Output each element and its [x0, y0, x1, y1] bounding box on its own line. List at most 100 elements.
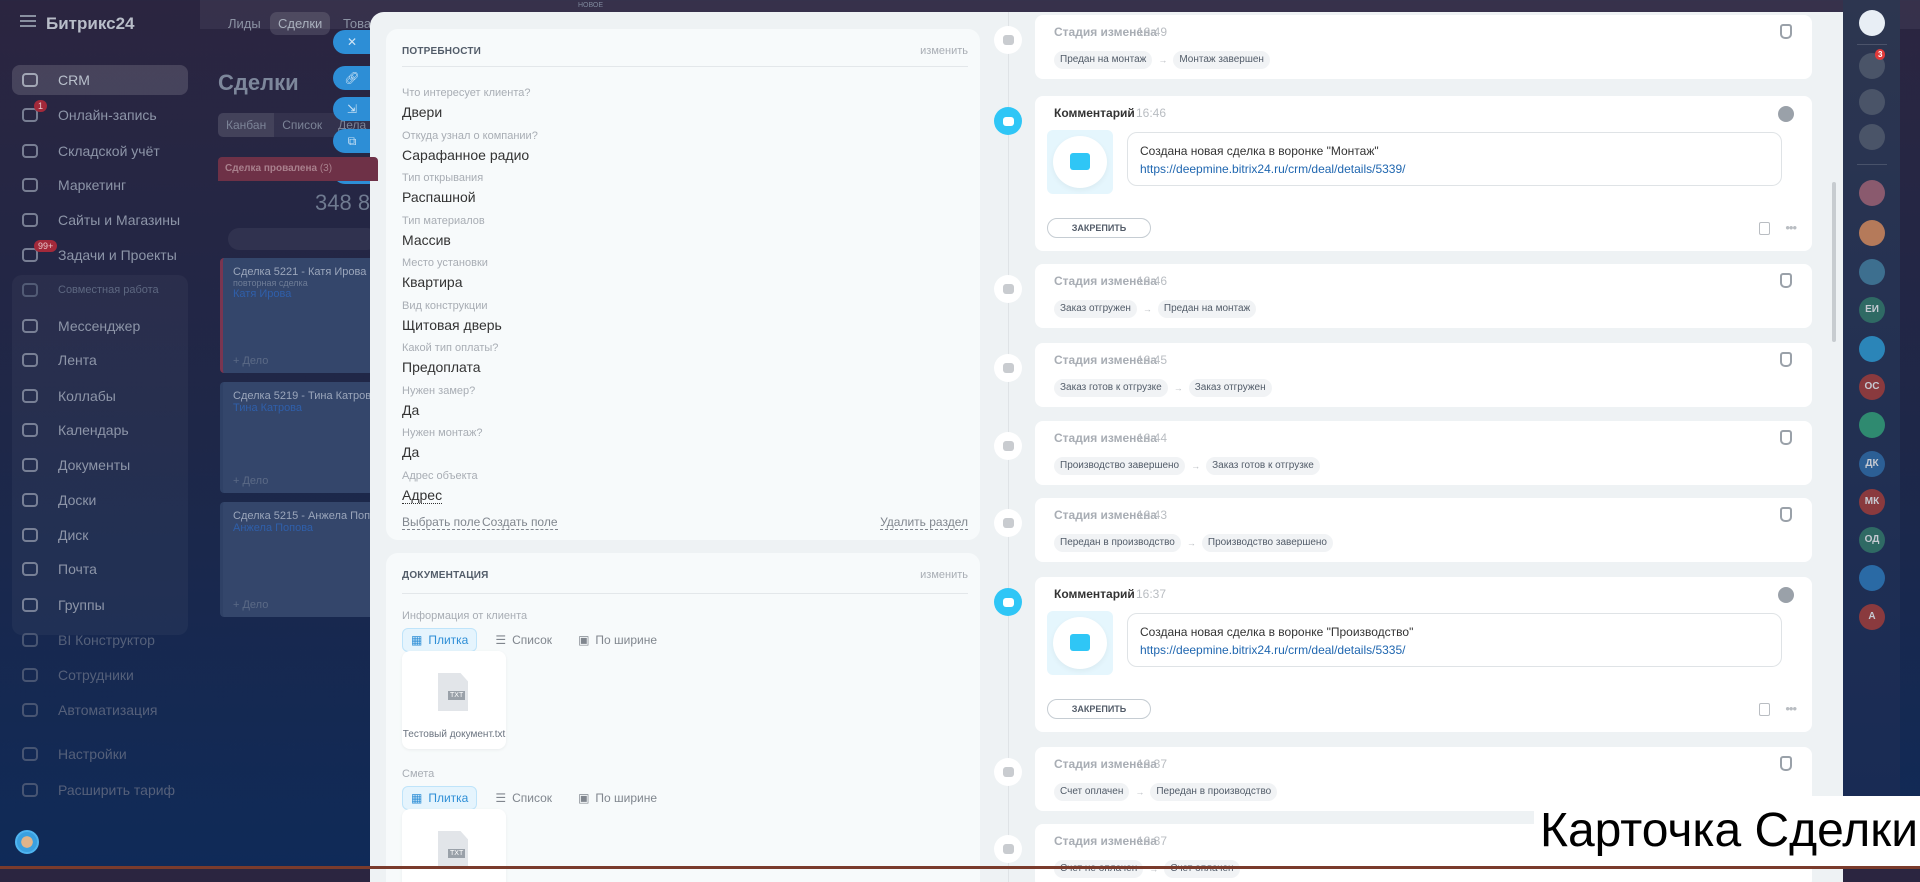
nav-item[interactable]: Задачи и Проекты 99+ — [12, 240, 188, 270]
add-activity-link[interactable]: + Дело — [233, 475, 268, 487]
field-value[interactable]: Предоплата — [402, 359, 481, 375]
deal-link[interactable]: https://deepmine.bitrix24.ru/crm/deal/de… — [1140, 643, 1769, 657]
tab-deals[interactable]: Сделки — [270, 12, 331, 35]
nav-item[interactable]: Сотрудники — [12, 660, 188, 690]
nav-item[interactable]: Складской учёт — [12, 136, 188, 166]
kanban-column-header[interactable]: Сделка провалена (3) — [218, 157, 378, 181]
robot-icon — [1780, 273, 1792, 288]
pin-button[interactable]: ЗАКРЕПИТЬ — [1047, 218, 1151, 238]
nav-item[interactable]: Диск — [12, 520, 188, 550]
stage-to: Заказ отгружен — [1188, 379, 1272, 397]
avatar[interactable] — [1859, 336, 1885, 362]
note-icon[interactable] — [1759, 222, 1770, 235]
avatar[interactable] — [1859, 10, 1885, 36]
nav-item[interactable]: Лента — [12, 345, 188, 375]
scrollbar[interactable] — [1832, 182, 1836, 342]
nav-item[interactable]: Доски — [12, 485, 188, 515]
tab-leads[interactable]: Лиды — [220, 12, 269, 35]
view-tab-full-width[interactable]: ▣ По ширине — [570, 786, 665, 810]
nav-item-icon — [22, 389, 38, 403]
nav-item[interactable]: CRM — [12, 65, 188, 95]
edit-link[interactable]: изменить — [920, 569, 968, 581]
contact-avatar[interactable]: МК — [1859, 489, 1885, 515]
nav-item[interactable]: Почта — [12, 554, 188, 584]
nav-item[interactable]: Группы — [12, 590, 188, 620]
stage-to: Заказ готов к отгрузке — [1206, 457, 1320, 475]
add-deal-button[interactable] — [228, 228, 378, 250]
deal-title[interactable]: Сделка 5215 - Анжела Попова — [233, 510, 388, 522]
avatar[interactable] — [1859, 412, 1885, 438]
field-value[interactable]: Квартира — [402, 274, 463, 290]
chat-icon[interactable] — [1859, 124, 1885, 150]
avatar[interactable] — [1859, 180, 1885, 206]
file-tile[interactable]: TXT Тестовый документ.txt — [402, 651, 506, 749]
contact-avatar[interactable]: ОД — [1859, 527, 1885, 553]
file-tile[interactable]: TXT — [402, 809, 506, 882]
field-value[interactable]: Да — [402, 444, 419, 460]
create-field-link[interactable]: Создать поле — [482, 515, 558, 530]
edit-link[interactable]: изменить — [920, 45, 968, 57]
field-value[interactable]: Щитовая дверь — [402, 317, 502, 333]
nav-item[interactable]: Расширить тариф — [12, 775, 188, 805]
delete-section-link[interactable]: Удалить раздел — [880, 515, 968, 530]
view-tab-tile[interactable]: ▦ Плитка — [402, 628, 478, 652]
nav-item[interactable]: Коллабы — [12, 381, 188, 411]
more-icon[interactable]: ••• — [1785, 701, 1797, 716]
menu-icon[interactable] — [20, 15, 36, 27]
view-tab-tile[interactable]: ▦ Плитка — [402, 786, 478, 810]
nav-item[interactable]: Документы — [12, 450, 188, 480]
tab-kanban[interactable]: Канбан — [218, 113, 275, 137]
deal-contact[interactable]: Анжела Попова — [233, 522, 370, 534]
field-value[interactable]: Распашной — [402, 189, 476, 205]
deal-card[interactable]: Сделка 5215 - Анжела Попова Анжела Попова… — [220, 502, 388, 617]
deal-title[interactable]: Сделка 5221 - Катя Ирова — [233, 266, 370, 278]
notifications-icon[interactable]: 3 — [1859, 49, 1886, 79]
avatar[interactable] — [1859, 220, 1885, 246]
view-tab-list[interactable]: ☰ Список — [487, 628, 560, 652]
contact-avatar[interactable]: ЕИ — [1859, 297, 1885, 323]
nav-item[interactable]: Маркетинг — [12, 170, 188, 200]
add-activity-link[interactable]: + Дело — [233, 355, 268, 367]
deal-title[interactable]: Сделка 5219 - Тина Катрова — [233, 390, 377, 402]
contact-avatar[interactable]: ОС — [1859, 374, 1885, 400]
view-tab-full-width[interactable]: ▣ По ширине — [570, 628, 665, 652]
file-name[interactable]: Тестовый документ.txt — [402, 729, 506, 740]
pin-button[interactable]: ЗАКРЕПИТЬ — [1047, 699, 1151, 719]
nav-item[interactable]: Календарь — [12, 415, 188, 445]
deal-link[interactable]: https://deepmine.bitrix24.ru/crm/deal/de… — [1140, 162, 1769, 176]
avatar[interactable] — [1859, 259, 1885, 285]
tab-list[interactable]: Список — [274, 113, 330, 137]
select-field-link[interactable]: Выбрать поле — [402, 515, 481, 530]
deal-contact[interactable]: Катя Ирова — [233, 288, 370, 300]
field-value[interactable]: Массив — [402, 232, 451, 248]
contact-avatar[interactable]: ДК — [1859, 451, 1885, 477]
nav-item[interactable]: Мессенджер — [12, 311, 188, 341]
contact-avatar[interactable]: А — [1859, 604, 1885, 630]
nav-item[interactable]: Онлайн-запись 1 — [12, 100, 188, 130]
field-value[interactable]: Двери — [402, 104, 442, 120]
nav-item[interactable]: Настройки — [12, 739, 188, 769]
nav-item[interactable]: BI Конструктор — [12, 625, 188, 655]
field-value[interactable]: Сарафанное радио — [402, 147, 529, 163]
avatar[interactable] — [1859, 565, 1885, 591]
nav-item[interactable]: Сайты и Магазины — [12, 205, 188, 235]
author-icon[interactable] — [1778, 106, 1794, 122]
note-icon[interactable] — [1759, 703, 1770, 716]
logo[interactable]: Битрикс24 — [46, 14, 134, 34]
field-value[interactable]: Да — [402, 402, 419, 418]
deal-contact[interactable]: Тина Катрова — [233, 402, 370, 414]
activity-icon[interactable] — [1859, 89, 1885, 115]
deal-card[interactable]: Сделка 5221 - Катя Ирова повторная сделка… — [220, 258, 380, 373]
more-icon[interactable]: ••• — [1785, 220, 1797, 235]
nav-item[interactable]: Совместная работа — [12, 275, 188, 305]
author-icon[interactable] — [1778, 587, 1794, 603]
nav-item-icon — [22, 783, 38, 797]
user-avatar[interactable] — [15, 830, 39, 854]
nav-item-label: Сайты и Магазины — [58, 212, 181, 228]
view-tab-list[interactable]: ☰ Список — [487, 786, 560, 810]
field-value[interactable]: Адрес — [402, 487, 443, 504]
deal-card[interactable]: Сделка 5219 - Тина Катрова Тина Катрова + … — [220, 382, 380, 493]
add-activity-link[interactable]: + Дело — [233, 599, 268, 611]
nav-item[interactable]: Автоматизация — [12, 695, 188, 725]
event-time: 16:37 — [1136, 587, 1167, 601]
